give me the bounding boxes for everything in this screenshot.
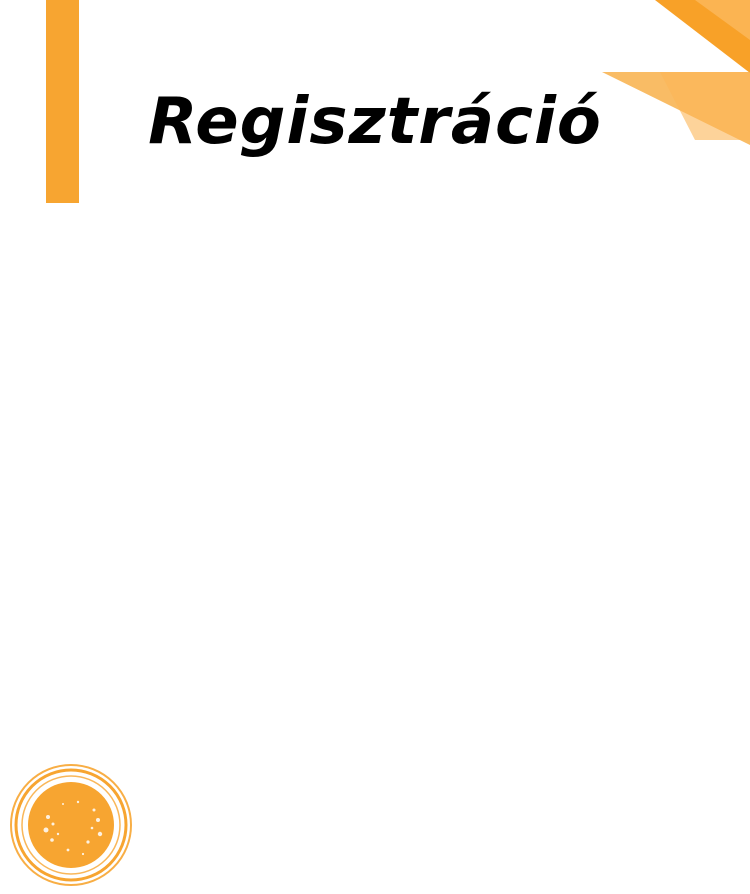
registration-page: Regisztráció <box>0 0 750 894</box>
form-area <box>0 220 750 740</box>
round-stamp-badge-icon <box>10 764 132 886</box>
page-title: Regisztráció <box>148 85 602 159</box>
